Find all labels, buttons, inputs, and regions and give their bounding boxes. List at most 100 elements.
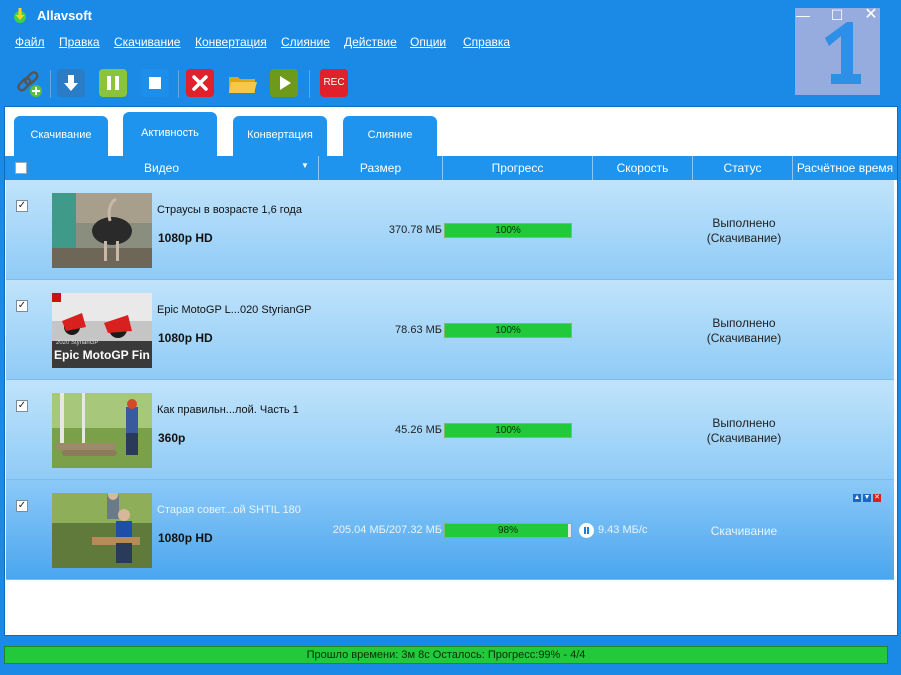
progress-bar: 100% (444, 223, 572, 238)
column-video[interactable]: Видео (5, 156, 319, 180)
toolbar-separator (178, 70, 179, 98)
progress-text: 100% (495, 325, 521, 336)
menu-edit[interactable]: Правка (59, 35, 100, 49)
play-button[interactable] (270, 69, 298, 97)
menu-download[interactable]: Скачивание (114, 35, 180, 49)
video-title: Старая совет...ой SHTIL 180 (157, 504, 301, 516)
video-title: Страусы в возрасте 1,6 года (157, 204, 302, 216)
app-logo-icon (14, 8, 26, 23)
status-line: Скачивание (710, 524, 778, 538)
close-icon[interactable]: ✕ (860, 6, 882, 24)
row-checkbox[interactable]: ✓ (16, 300, 28, 312)
menu-help[interactable]: Справка (463, 35, 510, 49)
progress-text: 100% (495, 425, 521, 436)
delete-button[interactable] (186, 69, 214, 97)
video-size: 78.63 МБ (395, 324, 442, 336)
video-quality: 1080p HD (158, 531, 213, 545)
stop-button[interactable] (141, 69, 169, 97)
progress-text: 100% (495, 225, 521, 236)
pause-button[interactable] (99, 69, 127, 97)
table-header: Видео ▼ Размер Прогресс Скорость Статус … (5, 156, 897, 180)
video-quality: 360p (158, 431, 186, 445)
progress-bar: 98% (444, 523, 572, 538)
play-icon (280, 76, 291, 90)
folder-icon (229, 77, 257, 93)
download-button[interactable] (57, 69, 85, 97)
progress-bar: 100% (444, 423, 572, 438)
status-bar-text: Прошло времени: 3м 8с Осталось: Прогресс… (306, 649, 586, 661)
status-text: Выполнено (Скачивание) (694, 416, 794, 446)
link-add-icon (17, 71, 42, 97)
main-panel: Скачивание Активность Конвертация Слияни… (4, 106, 898, 636)
thumb-caption: Epic MotoGP Fin (54, 348, 150, 362)
status-line: Выполнено (712, 216, 776, 230)
status-line: Выполнено (712, 316, 776, 330)
open-folder-button[interactable] (227, 69, 257, 97)
video-size: 45.26 МБ (395, 424, 442, 436)
video-title: Как правильн...лой. Часть 1 (157, 404, 299, 416)
menu-options[interactable]: Опции (410, 35, 446, 49)
pause-icon (107, 76, 119, 90)
tab-merge[interactable]: Слияние (343, 116, 437, 156)
row-checkbox[interactable]: ✓ (16, 200, 28, 212)
row-checkbox[interactable]: ✓ (16, 400, 28, 412)
toolbar-separator (309, 70, 310, 98)
video-title: Epic MotoGP L...020 StyrianGP (157, 304, 312, 316)
tab-activity[interactable]: Активность (123, 112, 217, 156)
status-line: (Скачивание) (706, 331, 782, 345)
download-speed: 9.43 МБ/с (598, 524, 648, 536)
title-bar: Allavsoft (0, 0, 901, 32)
status-line: (Скачивание) (706, 231, 782, 245)
tab-convert[interactable]: Конвертация (233, 116, 327, 156)
status-text: Скачивание (694, 524, 794, 539)
minimize-icon[interactable]: — (792, 6, 814, 24)
download-arrow-icon (64, 75, 78, 91)
remove-icon[interactable]: ✕ (873, 494, 881, 502)
record-button[interactable]: REC (320, 69, 348, 97)
column-status[interactable]: Статус (693, 156, 793, 180)
column-speed[interactable]: Скорость (593, 156, 693, 180)
app-title: Allavsoft (37, 8, 92, 23)
table-row[interactable]: ✓ Страусы в возрасте 1,6 года 1080p HD 3… (6, 180, 894, 280)
video-quality: 1080p HD (158, 331, 213, 345)
delete-x-icon (192, 75, 208, 91)
table-row[interactable]: ✓ Как правильн...лой. Часть 1 360p 45.26… (6, 380, 894, 480)
menu-bar: Файл Правка Скачивание Конвертация Слиян… (0, 32, 901, 54)
row-checkbox[interactable]: ✓ (16, 500, 28, 512)
move-up-icon[interactable]: ▲ (853, 494, 861, 502)
video-thumbnail (52, 493, 152, 568)
status-line: (Скачивание) (706, 431, 782, 445)
toolbar: REC (0, 60, 901, 104)
status-text: Выполнено (Скачивание) (694, 216, 794, 246)
video-thumbnail (52, 193, 152, 268)
table-row[interactable]: ✓ Старая совет...ой SHTIL 180 1080p HD 2… (6, 480, 894, 580)
video-thumbnail (52, 393, 152, 468)
video-thumbnail: 2020 StyrianGP Epic MotoGP Fin (52, 293, 152, 368)
add-url-button[interactable] (14, 69, 42, 97)
column-size[interactable]: Размер (319, 156, 443, 180)
column-progress[interactable]: Прогресс (443, 156, 593, 180)
toolbar-separator (50, 70, 51, 98)
pause-download-icon[interactable] (579, 523, 594, 538)
menu-action[interactable]: Действие (344, 35, 397, 49)
overall-progress-bar: Прошло времени: 3м 8с Осталось: Прогресс… (4, 646, 888, 664)
tab-bar: Скачивание Активность Конвертация Слияни… (5, 107, 897, 156)
status-line: Выполнено (712, 416, 776, 430)
thumb-subcaption: 2020 StyrianGP (56, 340, 99, 346)
table-row[interactable]: ✓ 2020 StyrianGP Epic MotoGP Fin Epic Mo… (6, 280, 894, 380)
video-quality: 1080p HD (158, 231, 213, 245)
move-down-icon[interactable]: ▼ (863, 494, 871, 502)
status-text: Выполнено (Скачивание) (694, 316, 794, 346)
stop-icon (149, 77, 161, 89)
tab-download[interactable]: Скачивание (14, 116, 108, 156)
progress-text: 98% (497, 525, 518, 536)
maximize-icon[interactable]: ☐ (826, 6, 848, 24)
progress-bar: 100% (444, 323, 572, 338)
video-size: 370.78 МБ (388, 224, 442, 236)
column-eta[interactable]: Расчётное время (793, 156, 897, 180)
sort-desc-icon[interactable]: ▼ (301, 161, 309, 170)
menu-convert[interactable]: Конвертация (195, 35, 267, 49)
video-size: 205.04 МБ/207.32 МБ (332, 524, 442, 536)
menu-merge[interactable]: Слияние (281, 35, 330, 49)
menu-file[interactable]: Файл (15, 35, 45, 49)
